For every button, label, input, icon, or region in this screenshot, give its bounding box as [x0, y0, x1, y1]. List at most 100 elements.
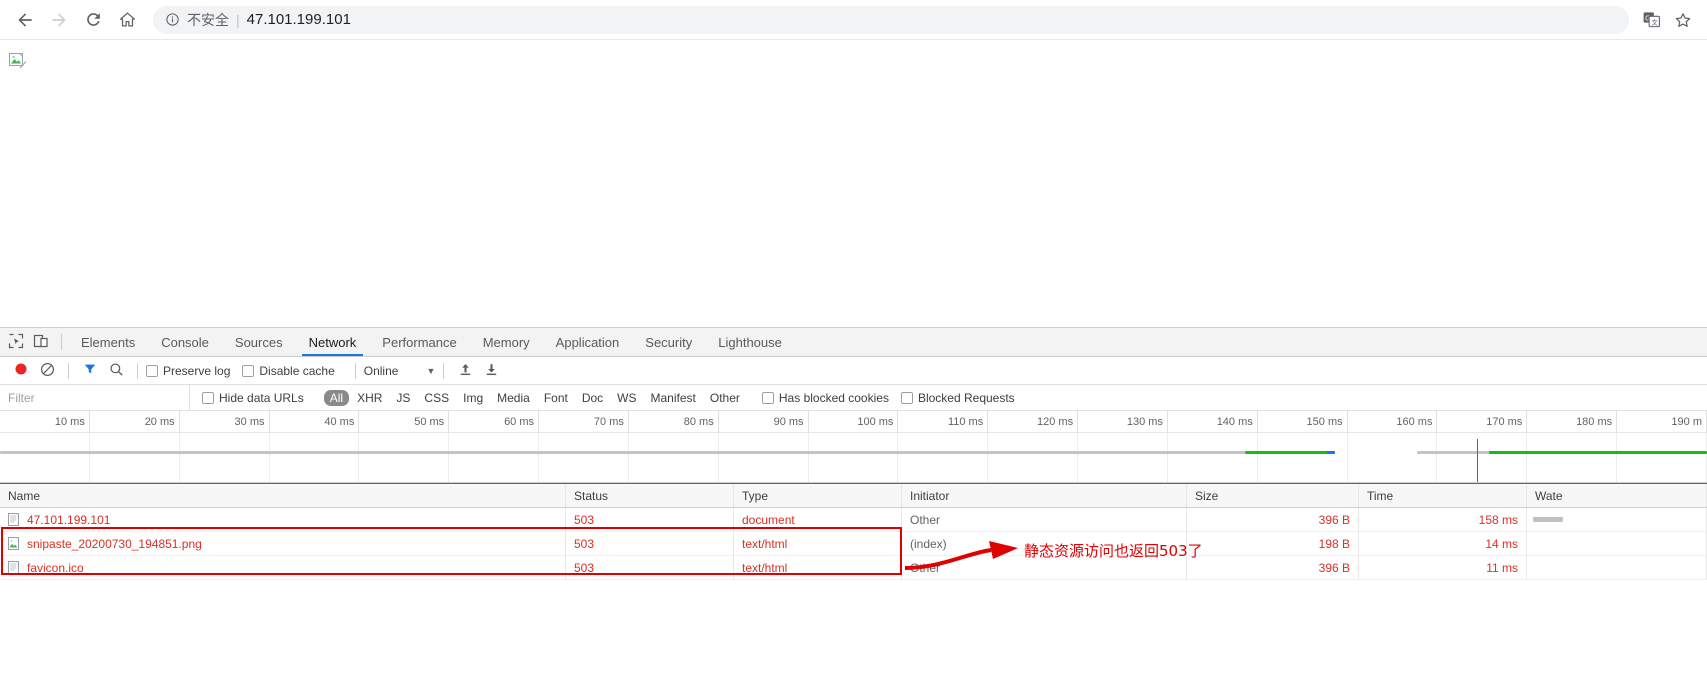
tab-elements[interactable]: Elements	[68, 328, 148, 356]
timeline-tick: 150 ms	[1258, 411, 1348, 432]
search-icon	[109, 362, 124, 380]
table-header-row: Name Status Type Initiator Size Time Wat…	[0, 483, 1707, 508]
tab-security[interactable]: Security	[632, 328, 705, 356]
toolbar-actions: G 文	[1629, 4, 1699, 36]
inspect-element-icon[interactable]	[8, 333, 24, 352]
column-header-initiator[interactable]: Initiator	[902, 484, 1187, 507]
has-blocked-cookies-checkbox[interactable]: Has blocked cookies	[762, 391, 889, 405]
throttling-dropdown[interactable]: Online ▼	[364, 364, 436, 378]
timeline-tick: 40 ms	[270, 411, 360, 432]
search-button[interactable]	[103, 359, 129, 383]
home-button[interactable]	[110, 3, 144, 37]
filter-input[interactable]	[0, 385, 190, 410]
filter-type-css[interactable]: CSS	[418, 390, 455, 406]
timeline-tick: 70 ms	[539, 411, 629, 432]
bookmark-button[interactable]	[1667, 4, 1699, 36]
import-har-button[interactable]	[452, 359, 478, 383]
tab-network[interactable]: Network	[296, 328, 370, 356]
filter-type-js[interactable]: JS	[390, 390, 416, 406]
timeline-tick: 120 ms	[988, 411, 1078, 432]
column-header-name[interactable]: Name	[0, 484, 566, 507]
column-header-size[interactable]: Size	[1187, 484, 1359, 507]
hide-data-urls-checkbox[interactable]: Hide data URLs	[202, 391, 304, 405]
reload-icon	[84, 10, 103, 29]
column-header-time[interactable]: Time	[1359, 484, 1527, 507]
cell-name[interactable]: snipaste_20200730_194851.png	[0, 532, 566, 555]
table-row[interactable]: 47.101.199.101503documentOther396 B158 m…	[0, 508, 1707, 532]
tab-sources[interactable]: Sources	[222, 328, 296, 356]
filter-type-font[interactable]: Font	[538, 390, 574, 406]
timeline-tick: 140 ms	[1168, 411, 1258, 432]
devtools-panel: Elements Console Sources Network Perform…	[0, 328, 1707, 678]
cell-size: 396 B	[1187, 556, 1359, 579]
blocked-requests-checkbox[interactable]: Blocked Requests	[901, 391, 1015, 405]
annotation-arrow-icon	[905, 538, 1020, 572]
translate-button[interactable]: G 文	[1635, 4, 1667, 36]
network-controls-bar: Preserve log Disable cache Online ▼	[0, 357, 1707, 385]
filter-type-media[interactable]: Media	[491, 390, 536, 406]
waterfall-bar	[1533, 517, 1563, 522]
filter-button[interactable]	[77, 359, 103, 383]
checkbox-box	[242, 365, 254, 377]
cell-type: text/html	[734, 532, 902, 555]
overview-request-bar	[1489, 451, 1707, 454]
throttling-value: Online	[364, 364, 399, 378]
back-arrow-icon	[15, 10, 35, 30]
overview-gridline	[809, 433, 899, 482]
overview-gridline	[1078, 433, 1168, 482]
tab-label: Security	[645, 335, 692, 350]
cell-name[interactable]: favicon.ico	[0, 556, 566, 579]
forward-button[interactable]	[42, 3, 76, 37]
filter-type-all[interactable]: All	[324, 390, 349, 406]
filter-type-img[interactable]: Img	[457, 390, 489, 406]
overview-gridline	[898, 433, 988, 482]
timeline-tick: 130 ms	[1078, 411, 1168, 432]
checkbox-box	[202, 392, 214, 404]
preserve-log-checkbox[interactable]: Preserve log	[146, 364, 230, 378]
filter-type-ws[interactable]: WS	[611, 390, 642, 406]
device-toolbar-icon[interactable]	[33, 333, 49, 352]
translate-icon: G 文	[1642, 10, 1661, 29]
tab-label: Network	[309, 335, 357, 350]
info-circle-icon[interactable]	[165, 12, 180, 27]
tab-memory[interactable]: Memory	[470, 328, 543, 356]
column-header-waterfall[interactable]: Wate	[1527, 484, 1707, 507]
overview-gridline	[1348, 433, 1438, 482]
record-button[interactable]	[8, 359, 34, 383]
overview-request-bar	[1245, 451, 1330, 454]
cell-waterfall	[1527, 508, 1707, 531]
disable-cache-checkbox[interactable]: Disable cache	[242, 364, 334, 378]
reload-button[interactable]	[76, 3, 110, 37]
address-bar[interactable]: 不安全 | 47.101.199.101	[153, 6, 1629, 34]
document-icon	[8, 561, 20, 575]
overview-gridline	[359, 433, 449, 482]
timeline-tick: 80 ms	[629, 411, 719, 432]
overview-request-bar	[0, 451, 1245, 454]
cell-status: 503	[566, 556, 734, 579]
filter-type-xhr[interactable]: XHR	[351, 390, 388, 406]
cell-initiator[interactable]: Other	[902, 508, 1187, 531]
column-header-status[interactable]: Status	[566, 484, 734, 507]
browser-toolbar: 不安全 | 47.101.199.101 G 文	[0, 0, 1707, 40]
tab-console[interactable]: Console	[148, 328, 222, 356]
tab-lighthouse[interactable]: Lighthouse	[705, 328, 795, 356]
filter-type-manifest[interactable]: Manifest	[645, 390, 702, 406]
overview-gridline	[629, 433, 719, 482]
table-row[interactable]: favicon.ico503text/htmlOther396 B11 ms	[0, 556, 1707, 580]
security-status-label: 不安全	[187, 10, 229, 30]
tab-application[interactable]: Application	[543, 328, 633, 356]
table-row[interactable]: snipaste_20200730_194851.png503text/html…	[0, 532, 1707, 556]
clear-button[interactable]	[34, 359, 60, 383]
checkbox-box	[762, 392, 774, 404]
resource-type-filters: AllXHRJSCSSImgMediaFontDocWSManifestOthe…	[324, 390, 746, 406]
forward-arrow-icon	[49, 10, 69, 30]
filter-type-other[interactable]: Other	[704, 390, 746, 406]
export-har-button[interactable]	[478, 359, 504, 383]
back-button[interactable]	[8, 3, 42, 37]
network-overview[interactable]: 10 ms20 ms30 ms40 ms50 ms60 ms70 ms80 ms…	[0, 411, 1707, 483]
import-har-icon	[458, 362, 473, 380]
column-header-type[interactable]: Type	[734, 484, 902, 507]
cell-name[interactable]: 47.101.199.101	[0, 508, 566, 531]
tab-performance[interactable]: Performance	[369, 328, 469, 356]
filter-type-doc[interactable]: Doc	[576, 390, 609, 406]
